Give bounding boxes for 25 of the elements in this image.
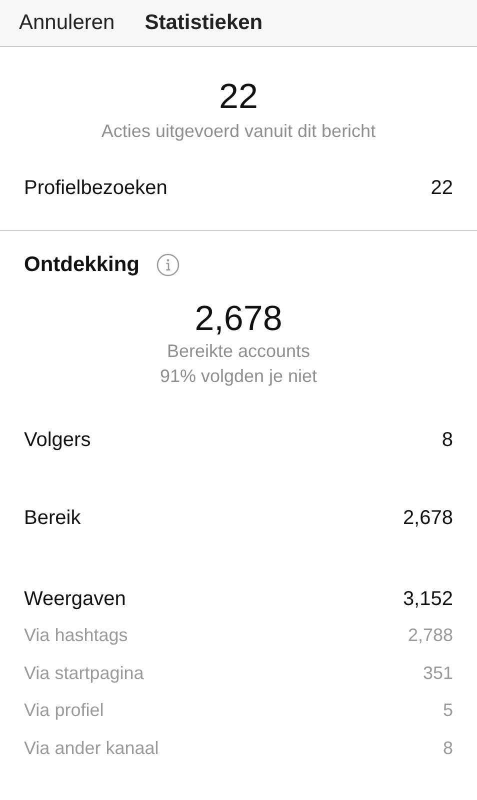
stat-label: Bereik [24,506,81,530]
stat-label: Via ander kanaal [24,738,159,759]
stat-caption: Bereikte accounts [166,340,312,363]
stat-number: 351 [422,662,453,684]
stat-caption: 91% volgden je niet [158,365,318,388]
stat-label: Volgers [24,428,91,452]
stat-label: Profielbezoeken [24,176,168,200]
section-title: Ontdekking [24,253,140,277]
stat-value: 2,678 [194,299,284,339]
stat-number: 22 [430,176,453,200]
cancel-link[interactable]: Annuleren [19,11,115,35]
page-title: Statistieken [144,11,263,35]
stat-number: 5 [442,700,453,722]
stat-label: Via profiel [24,700,104,722]
stat-label: Via hashtags [24,625,128,646]
stat-value: 22 [218,77,259,117]
info-icon[interactable] [156,253,180,277]
stat-number: 2,788 [408,625,453,646]
stat-label: Via startpagina [24,662,144,684]
stat-number: 3,152 [402,588,453,611]
stat-label: Weergaven [24,588,126,611]
stat-number: 2,678 [402,506,453,530]
stat-caption: Acties uitgevoerd vanuit dit bericht [100,120,377,143]
stat-number: 8 [442,428,453,452]
stat-number: 8 [442,738,453,759]
